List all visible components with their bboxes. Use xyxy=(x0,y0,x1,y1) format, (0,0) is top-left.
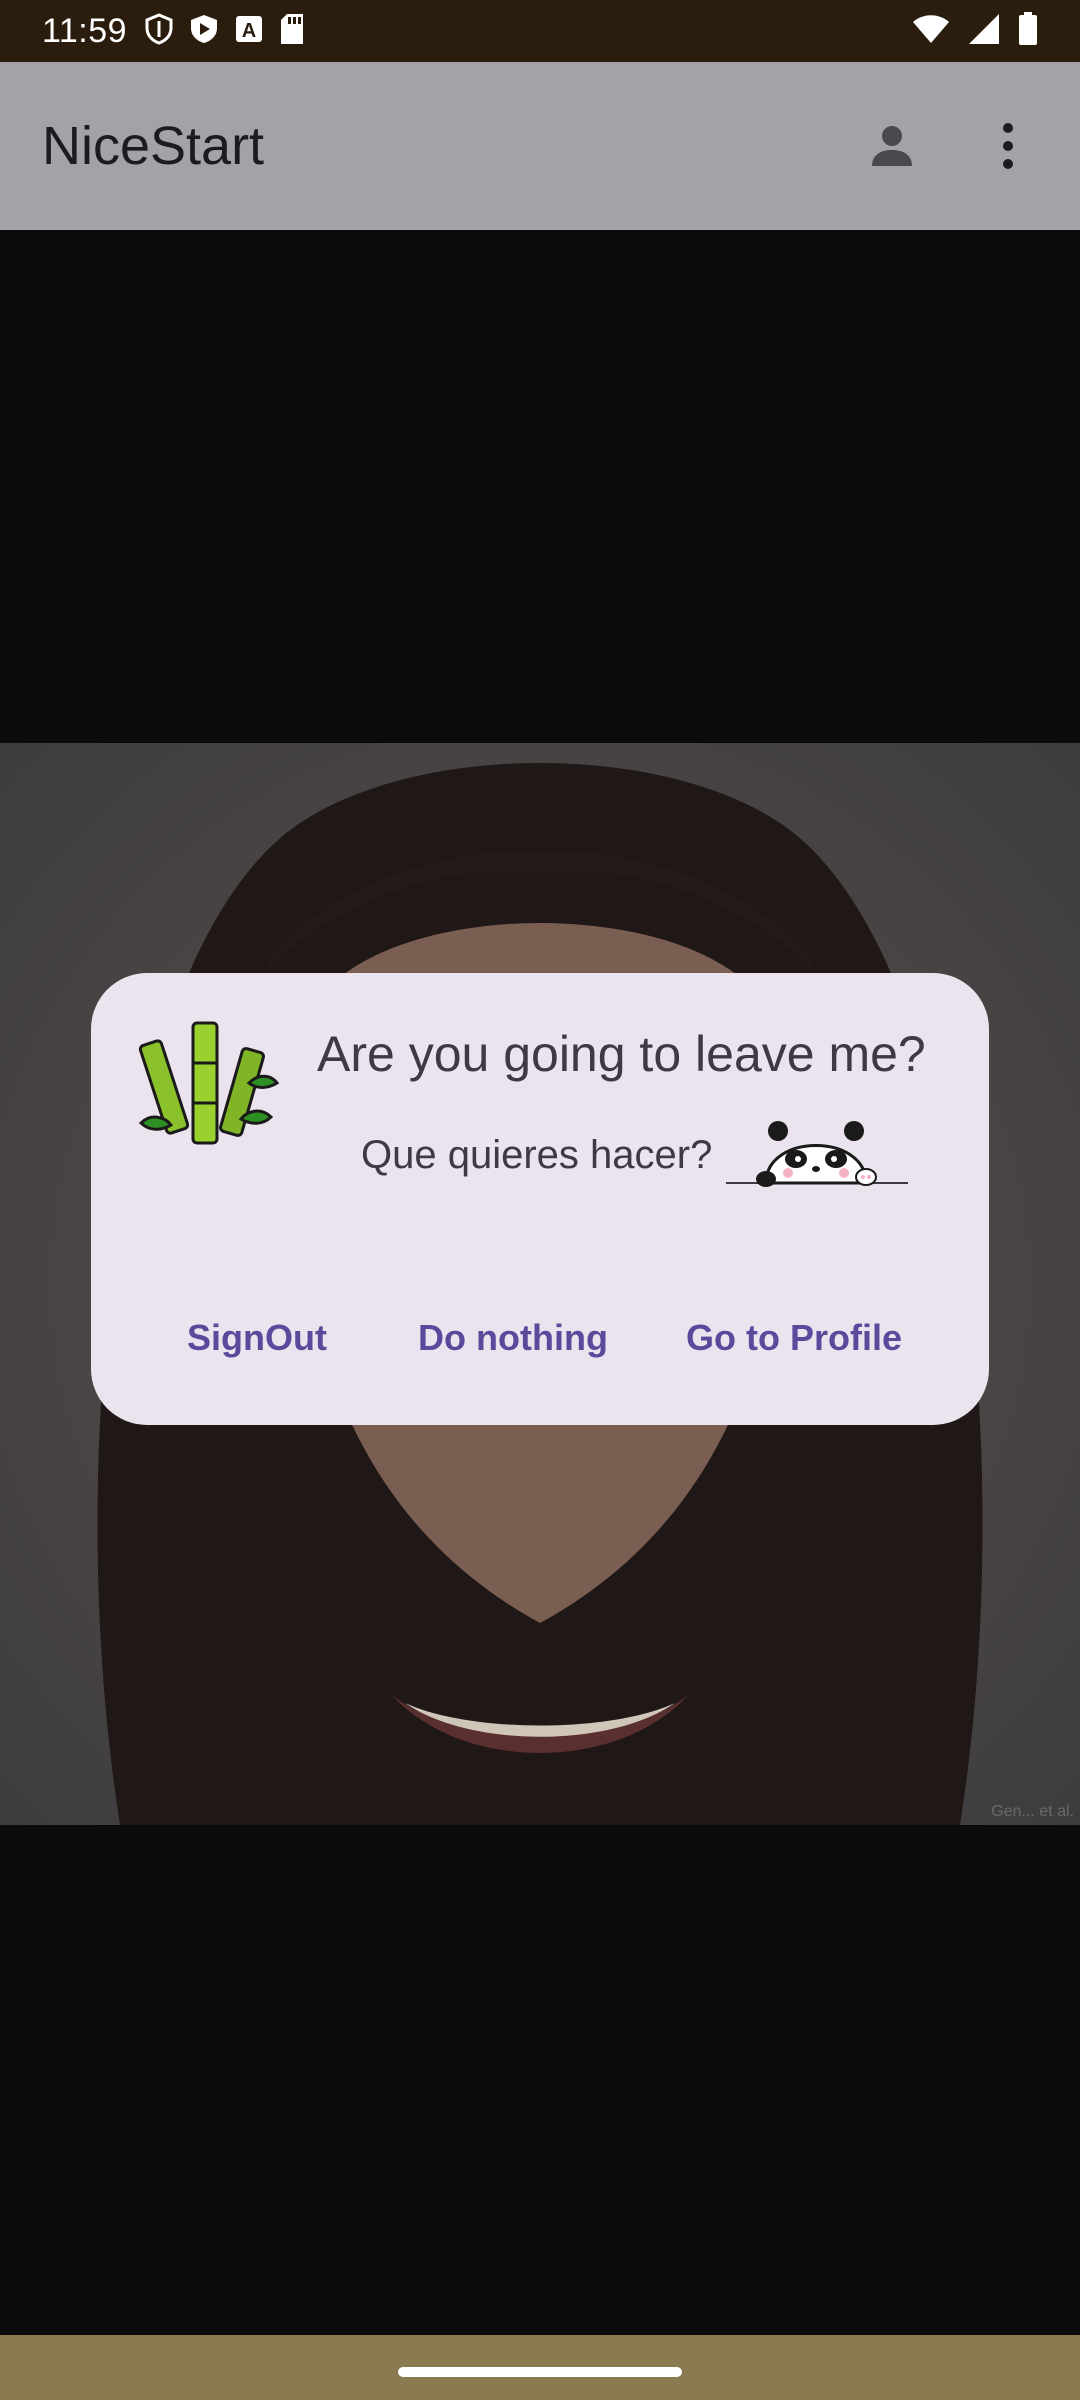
battery-icon xyxy=(1018,11,1038,51)
signout-button[interactable]: SignOut xyxy=(187,1303,327,1373)
status-bar: 11:59 A xyxy=(0,0,1080,62)
go-to-profile-button[interactable]: Go to Profile xyxy=(686,1303,902,1373)
dialog-message: Que quieres hacer? xyxy=(361,1133,713,1177)
shield-icon xyxy=(145,12,173,50)
status-time: 11:59 xyxy=(42,11,128,50)
app-actions xyxy=(862,116,1038,176)
signal-icon xyxy=(968,13,1000,50)
svg-text:A: A xyxy=(242,20,256,42)
sd-card-icon xyxy=(279,13,305,50)
panda-icon xyxy=(726,1113,908,1193)
home-gesture-handle[interactable] xyxy=(398,2367,682,2377)
wifi-icon xyxy=(912,14,950,49)
app-bar: NiceStart xyxy=(0,62,1080,230)
bamboo-icon xyxy=(131,1013,281,1163)
status-icons-right xyxy=(912,11,1038,51)
do-nothing-button[interactable]: Do nothing xyxy=(418,1303,608,1373)
photo-credit: Gen... et al. xyxy=(991,1803,1074,1820)
a-badge-icon: A xyxy=(235,15,263,48)
navigation-bar xyxy=(0,2335,1080,2400)
status-icons-left: A xyxy=(145,12,305,50)
dialog-title: Are you going to leave me? xyxy=(317,1026,926,1082)
app-title: NiceStart xyxy=(42,116,265,176)
play-protect-icon xyxy=(189,13,219,50)
account-icon[interactable] xyxy=(862,116,922,176)
more-vert-icon[interactable] xyxy=(978,116,1038,176)
leave-dialog: Are you going to leave me? Que quieres h… xyxy=(91,973,989,1425)
dialog-actions: SignOut Do nothing Go to Profile xyxy=(91,1303,989,1373)
